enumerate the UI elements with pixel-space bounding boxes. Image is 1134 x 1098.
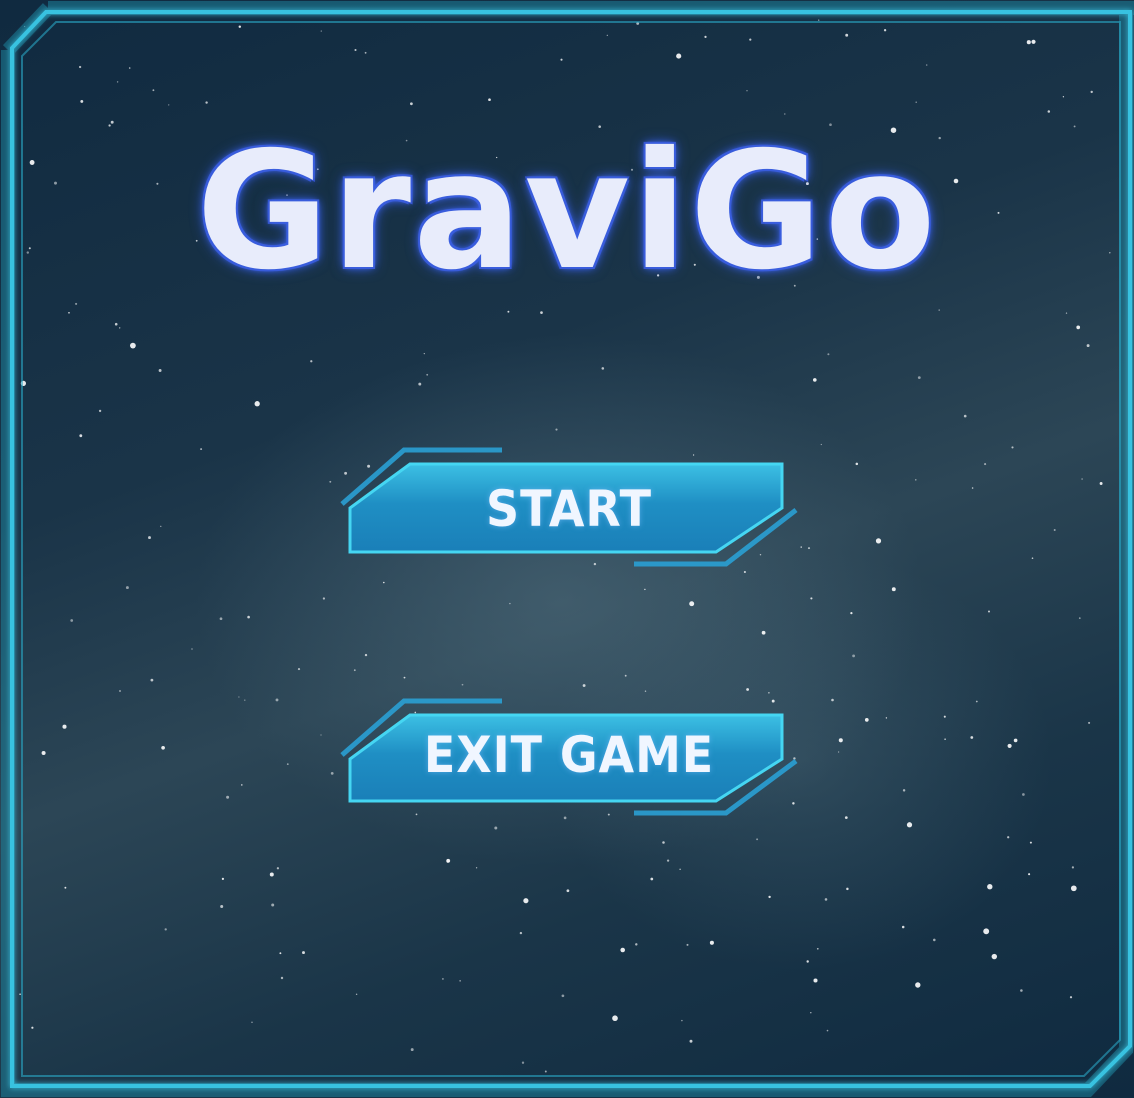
start-button-label: START xyxy=(486,480,652,538)
game-title: GraviGo xyxy=(196,118,938,306)
exit-game-button-label: EXIT GAME xyxy=(423,726,715,784)
exit-game-button[interactable]: EXIT GAME xyxy=(338,697,800,821)
start-button[interactable]: START xyxy=(338,446,800,570)
main-menu-screen: GraviGo START EXIT GAME xyxy=(0,0,1134,1098)
